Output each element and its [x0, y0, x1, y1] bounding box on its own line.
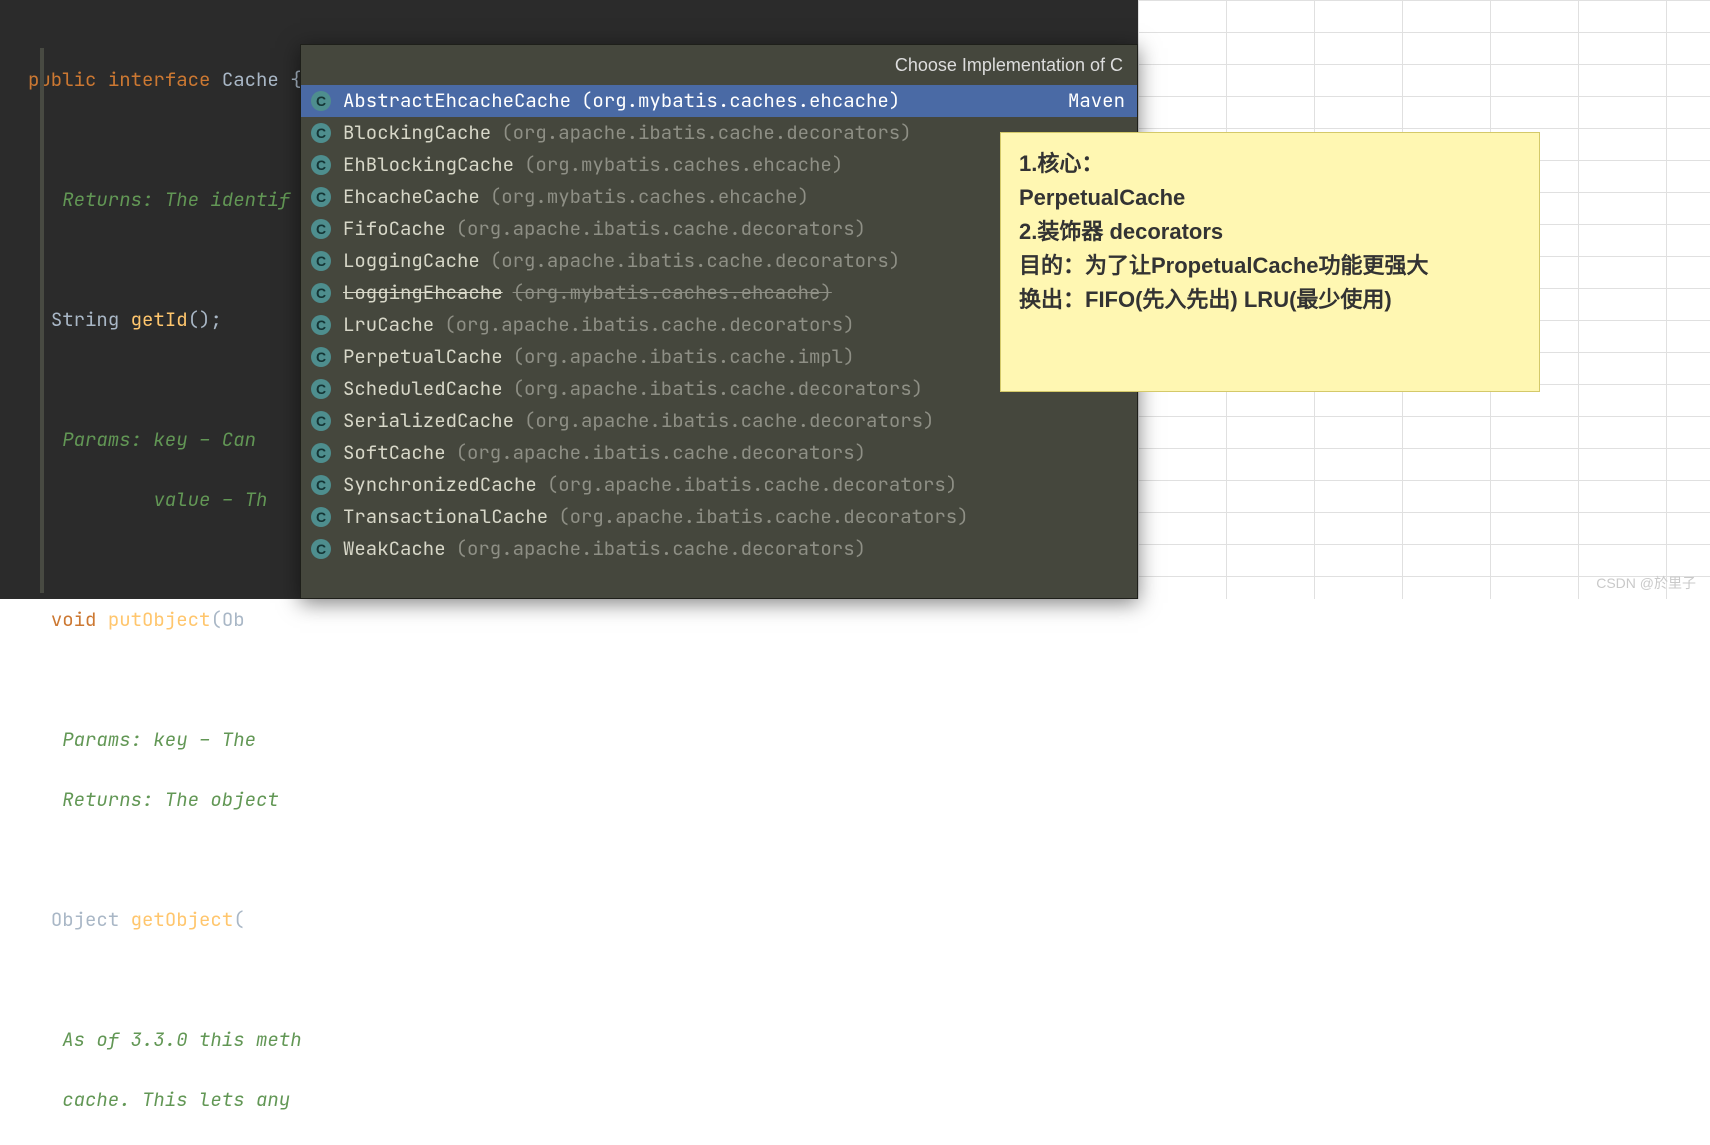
doc-line: Params: key – The	[28, 725, 1130, 755]
impl-package: (org.apache.ibatis.cache.decorators)	[456, 437, 866, 469]
doc-line: Returns: The object	[28, 785, 1130, 815]
class-icon: C	[311, 123, 331, 143]
impl-package: (org.mybatis.caches.ehcache)	[581, 85, 900, 117]
impl-name: EhBlockingCache	[343, 149, 514, 181]
impl-package: (org.apache.ibatis.cache.decorators)	[501, 117, 911, 149]
impl-name: LoggingEhcache	[343, 277, 503, 309]
impl-SoftCache[interactable]: C SoftCache (org.apache.ibatis.cache.decor…	[301, 437, 1137, 469]
popup-title: Choose Implementation of C	[301, 45, 1137, 85]
class-icon: C	[311, 379, 331, 399]
note-line: 换出：FIFO(先入先出) LRU(最少使用)	[1019, 283, 1521, 317]
blank-line	[28, 665, 1130, 695]
class-icon: C	[311, 187, 331, 207]
code-line: Object getObject(	[28, 905, 1130, 935]
impl-name: SynchronizedCache	[343, 469, 537, 501]
impl-name: EhcacheCache	[343, 181, 480, 213]
note-line: PerpetualCache	[1019, 181, 1521, 215]
impl-name: LruCache	[343, 309, 434, 341]
note-line: 1.核心：	[1019, 147, 1521, 181]
impl-TransactionalCache[interactable]: C TransactionalCache (org.apache.ibatis.ca…	[301, 501, 1137, 533]
impl-package: (org.apache.ibatis.cache.decorators)	[558, 501, 968, 533]
impl-package: (org.apache.ibatis.cache.decorators)	[524, 405, 934, 437]
class-icon: C	[311, 475, 331, 495]
class-icon: C	[311, 155, 331, 175]
doc-line: As of 3.3.0 this meth	[28, 1025, 1130, 1055]
impl-name: TransactionalCache	[343, 501, 548, 533]
code-line: void putObject(Ob	[28, 605, 1130, 635]
class-icon: C	[311, 283, 331, 303]
class-icon: C	[311, 411, 331, 431]
impl-AbstractEhcacheCache[interactable]: C AbstractEhcacheCache (org.mybatis.caches…	[301, 85, 1137, 117]
doc-line: cache. This lets any	[28, 1085, 1130, 1115]
sticky-note: 1.核心： PerpetualCache 2.装饰器 decorators 目的…	[1000, 132, 1540, 392]
impl-package: (org.mybatis.caches.ehcache)	[490, 181, 809, 213]
class-icon: C	[311, 91, 331, 111]
class-icon: C	[311, 539, 331, 559]
impl-name: PerpetualCache	[343, 341, 503, 373]
impl-name: BlockingCache	[343, 117, 491, 149]
class-icon: C	[311, 443, 331, 463]
watermark: CSDN @於里子	[1596, 573, 1696, 593]
impl-package: (org.apache.ibatis.cache.decorators)	[547, 469, 957, 501]
impl-package: (org.apache.ibatis.cache.decorators)	[444, 309, 854, 341]
note-line: 目的：为了让PropetualCache功能更强大	[1019, 249, 1521, 283]
impl-source-tag: Maven	[1068, 85, 1137, 117]
impl-package: (org.apache.ibatis.cache.decorators)	[456, 533, 866, 565]
indent-guide	[40, 48, 44, 593]
impl-name: AbstractEhcacheCache	[343, 85, 571, 117]
class-icon: C	[311, 347, 331, 367]
class-icon: C	[311, 219, 331, 239]
impl-package: (org.apache.ibatis.cache.decorators)	[456, 213, 866, 245]
impl-name: SerializedCache	[343, 405, 514, 437]
impl-name: ScheduledCache	[343, 373, 503, 405]
blank-line	[28, 845, 1130, 875]
impl-name: FifoCache	[343, 213, 446, 245]
impl-SerializedCache[interactable]: C SerializedCache (org.apache.ibatis.cache…	[301, 405, 1137, 437]
blank-line	[28, 965, 1130, 995]
impl-package: (org.mybatis.caches.ehcache)	[513, 277, 832, 309]
impl-package: (org.apache.ibatis.cache.decorators)	[513, 373, 923, 405]
class-icon: C	[311, 507, 331, 527]
impl-name: SoftCache	[343, 437, 446, 469]
class-icon: C	[311, 315, 331, 335]
class-icon: C	[311, 251, 331, 271]
impl-WeakCache[interactable]: C WeakCache (org.apache.ibatis.cache.decor…	[301, 533, 1137, 565]
impl-package: (org.apache.ibatis.cache.impl)	[513, 341, 855, 373]
impl-SynchronizedCache[interactable]: C SynchronizedCache (org.apache.ibatis.cac…	[301, 469, 1137, 501]
impl-package: (org.mybatis.caches.ehcache)	[524, 149, 843, 181]
note-line: 2.装饰器 decorators	[1019, 215, 1521, 249]
impl-name: WeakCache	[343, 533, 446, 565]
impl-name: LoggingCache	[343, 245, 480, 277]
impl-package: (org.apache.ibatis.cache.decorators)	[490, 245, 900, 277]
